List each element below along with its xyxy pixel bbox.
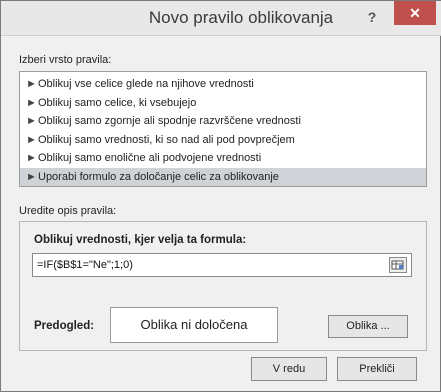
preview-label: Predogled: — [34, 320, 95, 332]
formula-input[interactable]: =IF($B$1="Ne";1;0) — [32, 253, 412, 277]
rule-type-item-label: Oblikuj samo vrednosti, ki so nad ali po… — [38, 133, 295, 146]
ok-button[interactable]: V redu — [251, 357, 327, 381]
arrow-icon: ► — [26, 96, 37, 109]
rule-type-item[interactable]: ►Oblikuj samo vrednosti, ki so nad ali p… — [20, 131, 426, 150]
rule-type-item-selected[interactable]: ►Uporabi formulo za določanje celic za o… — [20, 167, 426, 186]
formula-value: =IF($B$1="Ne";1;0) — [37, 259, 133, 271]
rule-type-item-label: Uporabi formulo za določanje celic za ob… — [38, 170, 279, 183]
preview-box: Oblika ni določena — [110, 307, 278, 343]
arrow-icon: ► — [26, 152, 37, 164]
arrow-icon: ► — [26, 115, 37, 127]
new-formatting-rule-dialog: Novo pravilo oblikovanja ? ✕ Izberi vrst… — [0, 0, 441, 392]
rule-type-item[interactable]: ►Oblikuj samo zgornje ali spodnje razvrš… — [20, 112, 426, 131]
formula-label: Oblikuj vrednosti, kjer velja ta formula… — [34, 234, 247, 246]
range-select-button[interactable] — [389, 257, 407, 273]
rule-description-label: Uredite opis pravila: — [19, 205, 117, 217]
rule-type-item-label: Oblikuj samo zgornje ali spodnje razvršč… — [38, 115, 301, 127]
arrow-icon: ► — [26, 78, 37, 90]
format-button[interactable]: Oblika ... — [328, 315, 408, 338]
cancel-button[interactable]: Prekliči — [337, 357, 417, 381]
arrow-icon: ► — [26, 170, 37, 183]
arrow-icon: ► — [26, 133, 37, 146]
rule-type-item[interactable]: ►Oblikuj vse celice glede na njihove vre… — [20, 75, 426, 94]
title-bar: Novo pravilo oblikovanja ? ✕ — [1, 1, 441, 36]
collapse-dialog-icon — [391, 260, 404, 270]
rule-type-item-label: Oblikuj vse celice glede na njihove vred… — [38, 78, 254, 90]
rule-description-panel: Oblikuj vrednosti, kjer velja ta formula… — [19, 221, 427, 351]
close-button[interactable]: ✕ — [394, 1, 436, 25]
rule-type-item-label: Oblikuj samo celice, ki vsebujejo — [38, 96, 197, 109]
dialog-title: Novo pravilo oblikovanja — [148, 8, 334, 27]
help-button[interactable]: ? — [359, 6, 385, 28]
rule-type-item[interactable]: ►Oblikuj samo celice, ki vsebujejo — [20, 94, 426, 113]
rule-type-list[interactable]: ►Oblikuj vse celice glede na njihove vre… — [19, 71, 427, 187]
rule-type-item[interactable]: ►Oblikuj samo enolične ali podvojene vre… — [20, 149, 426, 168]
rule-type-item-label: Oblikuj samo enolične ali podvojene vred… — [38, 152, 262, 164]
rule-type-label: Izberi vrsto pravila: — [19, 54, 112, 66]
